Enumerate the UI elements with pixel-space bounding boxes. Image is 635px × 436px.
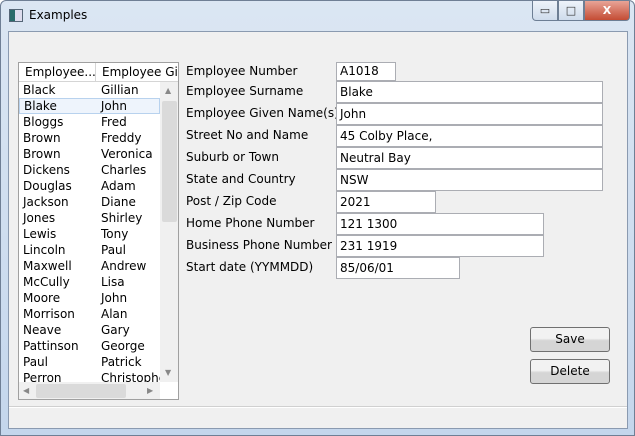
suburb-or-town-label: Suburb or Town xyxy=(186,150,279,164)
surname-cell: McCully xyxy=(23,275,70,289)
employee-list[interactable]: Employee... Employee Giv... Black Gillian… xyxy=(18,62,179,400)
list-row[interactable]: Maxwell Andrew xyxy=(19,258,160,274)
surname-cell: Dickens xyxy=(23,163,70,177)
surname-cell: Paul xyxy=(23,355,48,369)
surname-cell: Pattinson xyxy=(23,339,79,353)
vertical-scrollbar[interactable]: ▲ ▼ xyxy=(160,82,178,382)
home-phone-number-label: Home Phone Number xyxy=(186,216,315,230)
given-name-cell: Gillian xyxy=(101,83,139,97)
scroll-thumb[interactable] xyxy=(162,101,177,222)
given-name-cell: Shirley xyxy=(101,211,143,225)
list-row[interactable]: Pattinson George xyxy=(19,338,160,354)
street-no-and-name-input[interactable]: 45 Colby Place, xyxy=(336,125,603,147)
list-header: Employee... Employee Giv... xyxy=(19,63,178,82)
given-name-cell: Lisa xyxy=(101,275,125,289)
list-row[interactable]: Blake John xyxy=(19,98,160,114)
list-row[interactable]: Dickens Charles xyxy=(19,162,160,178)
list-row[interactable]: Lincoln Paul xyxy=(19,242,160,258)
post-zip-code-input[interactable]: 2021 xyxy=(336,191,436,213)
given-name-cell: Andrew xyxy=(101,259,147,273)
given-name-cell: John xyxy=(100,99,127,113)
h-scroll-thumb[interactable] xyxy=(36,384,126,398)
employee-number-input[interactable]: A1018 xyxy=(336,62,396,81)
surname-cell: Neave xyxy=(23,323,62,337)
given-name-cell: Veronica xyxy=(101,147,153,161)
given-name-cell: Gary xyxy=(101,323,130,337)
surname-cell: Black xyxy=(23,83,56,97)
list-row[interactable]: Moore John xyxy=(19,290,160,306)
close-button[interactable]: X xyxy=(584,1,630,21)
given-name-cell: Diane xyxy=(101,195,136,209)
employee-given-name-s-label: Employee Given Name(s) xyxy=(186,106,339,120)
given-name-cell: Charles xyxy=(101,163,147,177)
given-name-cell: George xyxy=(101,339,145,353)
list-row[interactable]: Bloggs Fred xyxy=(19,114,160,130)
given-name-cell: John xyxy=(101,291,128,305)
list-row[interactable]: Morrison Alan xyxy=(19,306,160,322)
suburb-or-town-input[interactable]: Neutral Bay xyxy=(336,147,603,169)
employee-number-label: Employee Number xyxy=(186,63,298,78)
given-name-cell: Tony xyxy=(101,227,129,241)
given-name-cell: Freddy xyxy=(101,131,142,145)
surname-cell: Jones xyxy=(23,211,56,225)
client-area: Employee... Employee Giv... Black Gillian… xyxy=(8,31,628,429)
list-row[interactable]: Black Gillian xyxy=(19,82,160,98)
scroll-right-icon[interactable]: ▶ xyxy=(147,386,153,395)
post-zip-code-label: Post / Zip Code xyxy=(186,194,277,208)
app-icon xyxy=(9,9,23,22)
surname-cell: Jackson xyxy=(23,195,69,209)
minimize-button[interactable]: ▭ xyxy=(532,1,558,21)
list-row[interactable]: Brown Freddy xyxy=(19,130,160,146)
list-row[interactable]: Jackson Diane xyxy=(19,194,160,210)
employee-surname-label: Employee Surname xyxy=(186,84,304,98)
list-row[interactable]: Jones Shirley xyxy=(19,210,160,226)
list-row[interactable]: Douglas Adam xyxy=(19,178,160,194)
employee-surname-input[interactable]: Blake xyxy=(336,81,603,103)
street-no-and-name-label: Street No and Name xyxy=(186,128,309,142)
list-row[interactable]: Brown Veronica xyxy=(19,146,160,162)
given-name-cell: Paul xyxy=(101,243,126,257)
title-bar[interactable]: Examples ▭ □ X xyxy=(1,1,634,31)
scroll-left-icon[interactable]: ◀ xyxy=(23,386,29,395)
business-phone-number-input[interactable]: 231 1919 xyxy=(336,235,544,257)
maximize-button[interactable]: □ xyxy=(558,1,584,21)
given-name-cell: Patrick xyxy=(101,355,142,369)
list-row[interactable]: McCully Lisa xyxy=(19,274,160,290)
surname-cell: Douglas xyxy=(23,179,72,193)
given-name-cell: Fred xyxy=(101,115,127,129)
given-name-cell: Adam xyxy=(101,179,136,193)
state-and-country-label: State and Country xyxy=(186,172,296,186)
start-date-yymmdd-input[interactable]: 85/06/01 xyxy=(336,257,460,279)
window-title: Examples xyxy=(29,8,88,22)
list-row[interactable]: Paul Patrick xyxy=(19,354,160,370)
surname-cell: Brown xyxy=(23,147,61,161)
save-button[interactable]: Save xyxy=(530,327,610,352)
surname-cell: Brown xyxy=(23,131,61,145)
surname-cell: Maxwell xyxy=(23,259,72,273)
surname-cell: Bloggs xyxy=(23,115,64,129)
employee-given-name-s-input[interactable]: John xyxy=(336,103,603,125)
column-header-given-name[interactable]: Employee Giv... xyxy=(96,63,178,82)
window: Examples ▭ □ X Employee... Employee Giv.… xyxy=(0,0,635,436)
surname-cell: Morrison xyxy=(23,307,75,321)
business-phone-number-label: Business Phone Number xyxy=(186,238,332,252)
scroll-up-icon[interactable]: ▲ xyxy=(165,86,171,95)
horizontal-scrollbar[interactable]: ◀ ▶ xyxy=(19,382,160,399)
given-name-cell: Alan xyxy=(101,307,128,321)
column-header-surname[interactable]: Employee... xyxy=(19,63,96,82)
delete-button[interactable]: Delete xyxy=(530,359,610,384)
list-row[interactable]: Lewis Tony xyxy=(19,226,160,242)
start-date-yymmdd-label: Start date (YYMMDD) xyxy=(186,260,314,274)
surname-cell: Lincoln xyxy=(23,243,66,257)
list-row[interactable]: Neave Gary xyxy=(19,322,160,338)
surname-cell: Lewis xyxy=(23,227,57,241)
surname-cell: Blake xyxy=(24,99,57,113)
state-and-country-input[interactable]: NSW xyxy=(336,169,603,191)
status-separator xyxy=(9,406,627,408)
home-phone-number-input[interactable]: 121 1300 xyxy=(336,213,544,235)
scroll-down-icon[interactable]: ▼ xyxy=(165,368,171,377)
surname-cell: Moore xyxy=(23,291,61,305)
